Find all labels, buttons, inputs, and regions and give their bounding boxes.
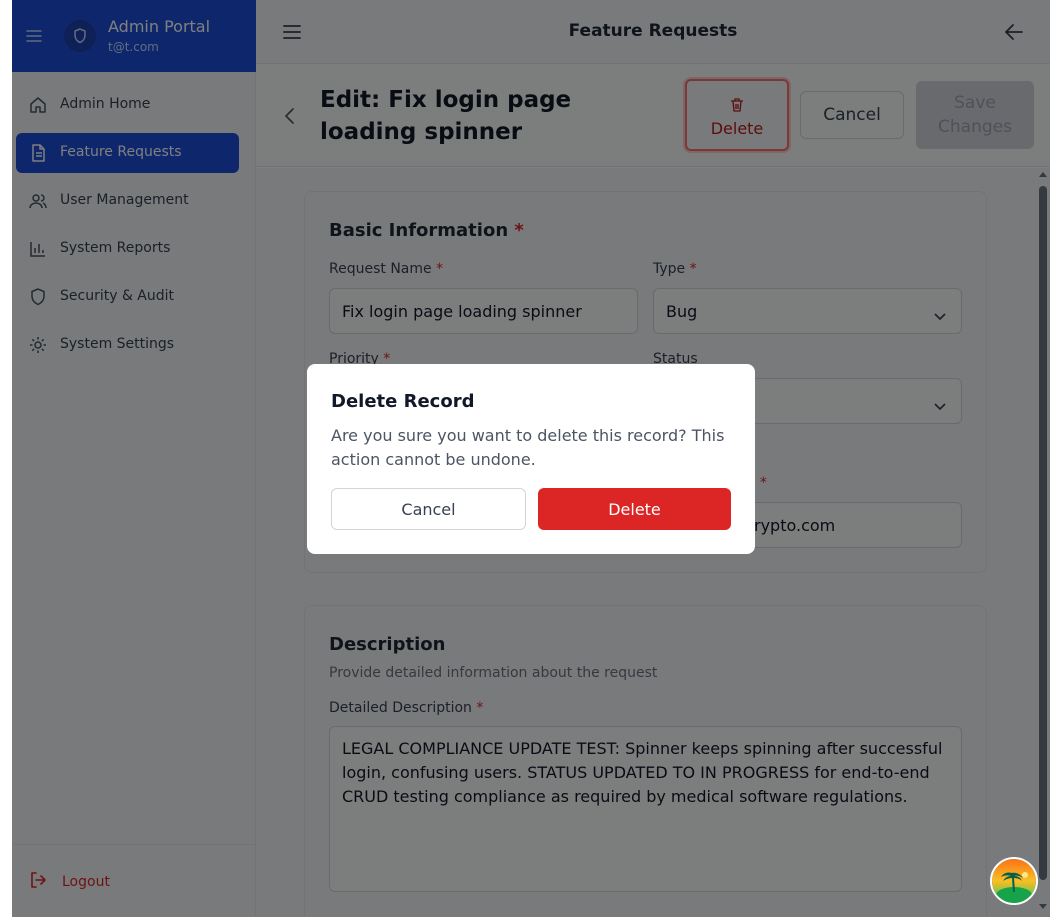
- delete-record-dialog: Delete Record Are you sure you want to d…: [307, 364, 755, 554]
- dialog-message: Are you sure you want to delete this rec…: [331, 426, 725, 469]
- dialog-title: Delete Record: [331, 391, 475, 412]
- left-edge: [0, 0, 12, 917]
- dialog-cancel-button[interactable]: Cancel: [331, 488, 526, 530]
- assistant-avatar[interactable]: [990, 857, 1038, 905]
- dialog-delete-button[interactable]: Delete: [538, 488, 731, 530]
